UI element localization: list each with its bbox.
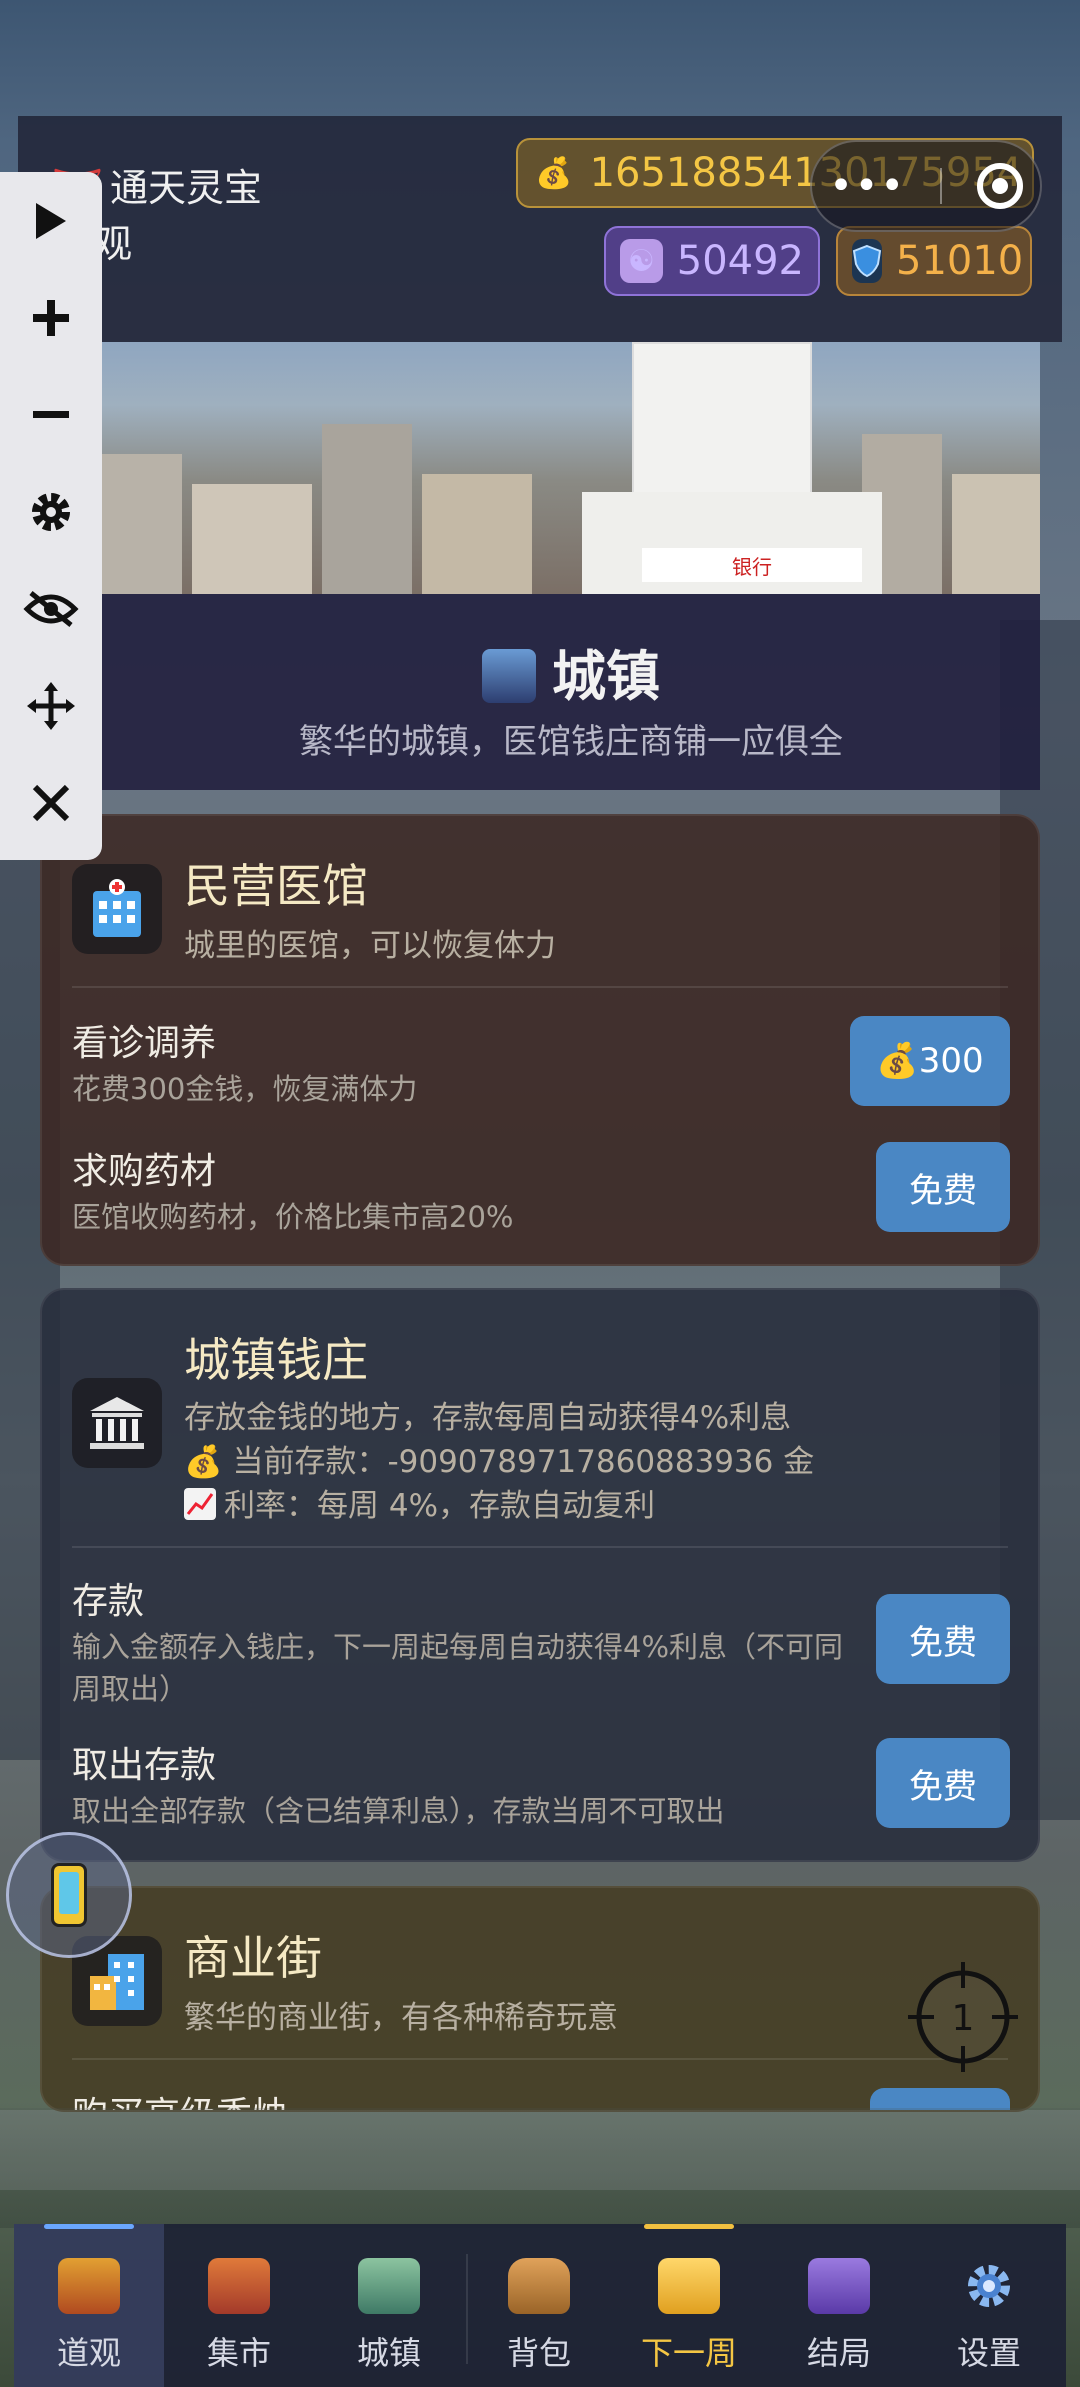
hospital-desc: 城里的医馆，可以恢复体力 <box>184 928 556 964</box>
gear-icon[interactable] <box>0 463 102 560</box>
scroll-icon <box>808 2258 870 2314</box>
town-subtitle: 繁华的城镇，医馆钱庄商铺一应俱全 <box>299 722 843 762</box>
eye-off-icon[interactable] <box>0 560 102 657</box>
withdraw-button[interactable]: 免费 <box>876 1738 1010 1828</box>
gear-icon <box>958 2258 1020 2314</box>
backpack-icon <box>508 2258 570 2314</box>
nav-label: 背包 <box>506 2334 571 2372</box>
crosshair-marker[interactable]: 1 <box>908 1962 1018 2072</box>
bank-title: 城镇钱庄 <box>184 1333 368 1387</box>
nav-item-backpack[interactable]: 背包 <box>464 2224 614 2387</box>
hospital-title: 民营医馆 <box>184 859 368 913</box>
capsule-divider <box>940 168 943 204</box>
buy-herbs-desc: 医馆收购药材，价格比集市高20% <box>72 1200 514 1234</box>
shield-counter: 51010 <box>836 226 1032 296</box>
deposit-title: 存款 <box>72 1581 145 1622</box>
money-bag-icon: 💰 <box>535 155 573 191</box>
nav-label: 下一周 <box>640 2334 737 2372</box>
deposit-desc: 输入金额存入钱庄，下一周起每周自动获得4%利息（不可同周取出） <box>72 1630 844 1706</box>
checkup-desc: 花费300金钱，恢复满体力 <box>72 1072 418 1106</box>
town-title: 城镇 <box>102 632 1040 711</box>
chart-up-icon <box>184 1488 216 1520</box>
divider <box>72 1546 1008 1548</box>
bank-rate-line: 利率：每周 4%，存款自动复利 <box>184 1480 655 1525</box>
minus-icon[interactable] <box>0 366 102 463</box>
withdraw-desc: 取出全部存款（含已结算利息），存款当周不可取出 <box>72 1794 725 1828</box>
money-bag-icon: 💰 <box>184 1444 233 1480</box>
calendar-icon <box>658 2258 720 2314</box>
yinyang-counter: ☯ 50492 <box>604 226 820 296</box>
buy-herbs-button[interactable]: 免费 <box>876 1142 1010 1232</box>
more-icon[interactable]: ••• <box>829 163 906 209</box>
town-header-card: 城镇 繁华的城镇，医馆钱庄商铺一应俱全 <box>102 594 1040 790</box>
street-title: 商业街 <box>184 1931 322 1985</box>
yinyang-icon: ☯ <box>620 239 663 283</box>
nav-item-next-week[interactable]: 下一周 <box>614 2224 764 2387</box>
nav-item-ending[interactable]: 结局 <box>764 2224 914 2387</box>
bank-icon <box>72 1378 162 1468</box>
phone-icon <box>51 1863 87 1927</box>
deposit-button[interactable]: 免费 <box>876 1594 1010 1684</box>
bottom-nav: 道观 集市 城镇 背包 下一周 结局 设置 <box>14 2224 1066 2387</box>
withdraw-title: 取出存款 <box>72 1745 217 1786</box>
nav-active-bar <box>644 2224 734 2229</box>
hospital-icon <box>72 864 162 954</box>
shield-value: 51010 <box>896 238 1024 284</box>
plus-icon[interactable] <box>0 269 102 366</box>
nav-label: 城镇 <box>356 2334 421 2372</box>
bank-desc: 存放金钱的地方，存款每周自动获得4%利息 <box>184 1400 792 1436</box>
cityscape-icon <box>482 649 536 703</box>
crosshair-label: 1 <box>952 1998 975 2039</box>
yinyang-value: 50492 <box>676 238 804 284</box>
bank-card: 城镇钱庄 存放金钱的地方，存款每周自动获得4%利息 💰 当前存款：-909078… <box>40 1288 1040 1862</box>
nav-label: 设置 <box>956 2334 1021 2372</box>
nav-active-bar <box>44 2224 134 2229</box>
town-title-text: 城镇 <box>552 645 660 708</box>
street-photo-strip <box>0 2108 1080 2228</box>
floating-toolbar <box>0 172 102 860</box>
nav-item-temple[interactable]: 道观 <box>14 2224 164 2387</box>
town-banner-image: 银行 <box>102 342 1040 594</box>
play-icon[interactable] <box>0 172 102 269</box>
divider <box>72 986 1008 988</box>
divider <box>72 2058 1008 2060</box>
street-desc: 繁华的商业街，有各种稀奇玩意 <box>184 2000 618 2036</box>
checkup-button[interactable]: 💰300 <box>850 1016 1010 1106</box>
bank-deposit-line: 💰 当前存款：-9090789717860883936 金 <box>184 1444 815 1480</box>
nav-item-town[interactable]: 城镇 <box>314 2224 464 2387</box>
bank-sign: 银行 <box>642 548 862 582</box>
miniprogram-capsule: ••• <box>810 140 1042 232</box>
nav-item-settings[interactable]: 设置 <box>914 2224 1064 2387</box>
close-target-icon[interactable] <box>976 163 1023 209</box>
town-icon <box>358 2258 420 2314</box>
street-card: 商业街 繁华的商业街，有各种稀奇玩意 购买高级香烛 <box>40 1886 1040 2112</box>
sect-name: 通天灵宝 <box>110 166 263 210</box>
shield-icon <box>852 239 882 283</box>
temple-icon <box>58 2258 120 2314</box>
nav-label: 结局 <box>806 2334 871 2372</box>
phone-float-button[interactable] <box>6 1832 132 1958</box>
nav-item-market[interactable]: 集市 <box>164 2224 314 2387</box>
market-icon <box>208 2258 270 2314</box>
move-icon[interactable] <box>0 657 102 754</box>
nav-label: 道观 <box>56 2334 121 2372</box>
checkup-title: 看诊调养 <box>72 1023 217 1064</box>
hospital-card: 民营医馆 城里的医馆，可以恢复体力 看诊调养 花费300金钱，恢复满体力 💰30… <box>40 814 1040 1266</box>
nav-label: 集市 <box>206 2334 271 2372</box>
close-icon[interactable] <box>0 754 102 851</box>
buy-herbs-title: 求购药材 <box>72 1151 217 1192</box>
